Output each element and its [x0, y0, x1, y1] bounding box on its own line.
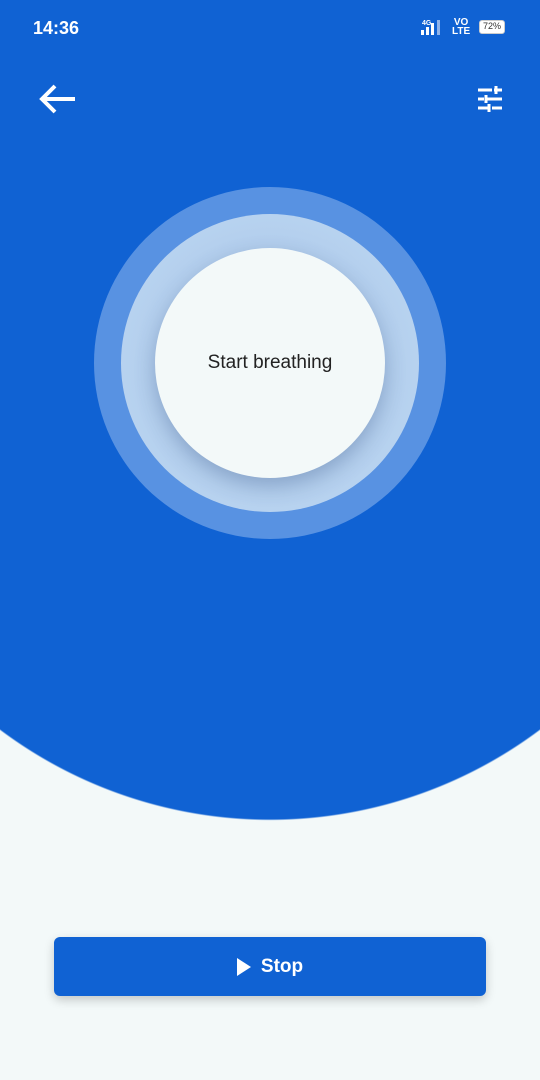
- volte-bottom: LTE: [452, 26, 471, 37]
- status-bar: 14:36 4G VO LTE 72%: [0, 0, 540, 56]
- volte-indicator: VO LTE: [452, 18, 471, 37]
- breathing-circle[interactable]: Start breathing: [155, 248, 385, 478]
- battery-icon: 72%: [479, 20, 505, 34]
- status-time: 14:36: [33, 18, 80, 38]
- network-type: 4G: [422, 20, 432, 27]
- signal-icon: 4G: [421, 20, 440, 35]
- play-icon: [236, 957, 251, 976]
- tune-icon[interactable]: [474, 84, 506, 114]
- arrow-left-icon[interactable]: [38, 82, 78, 116]
- breathing-label: Start breathing: [207, 352, 333, 373]
- stop-button[interactable]: Stop: [54, 937, 486, 996]
- stop-button-label: Stop: [260, 955, 304, 977]
